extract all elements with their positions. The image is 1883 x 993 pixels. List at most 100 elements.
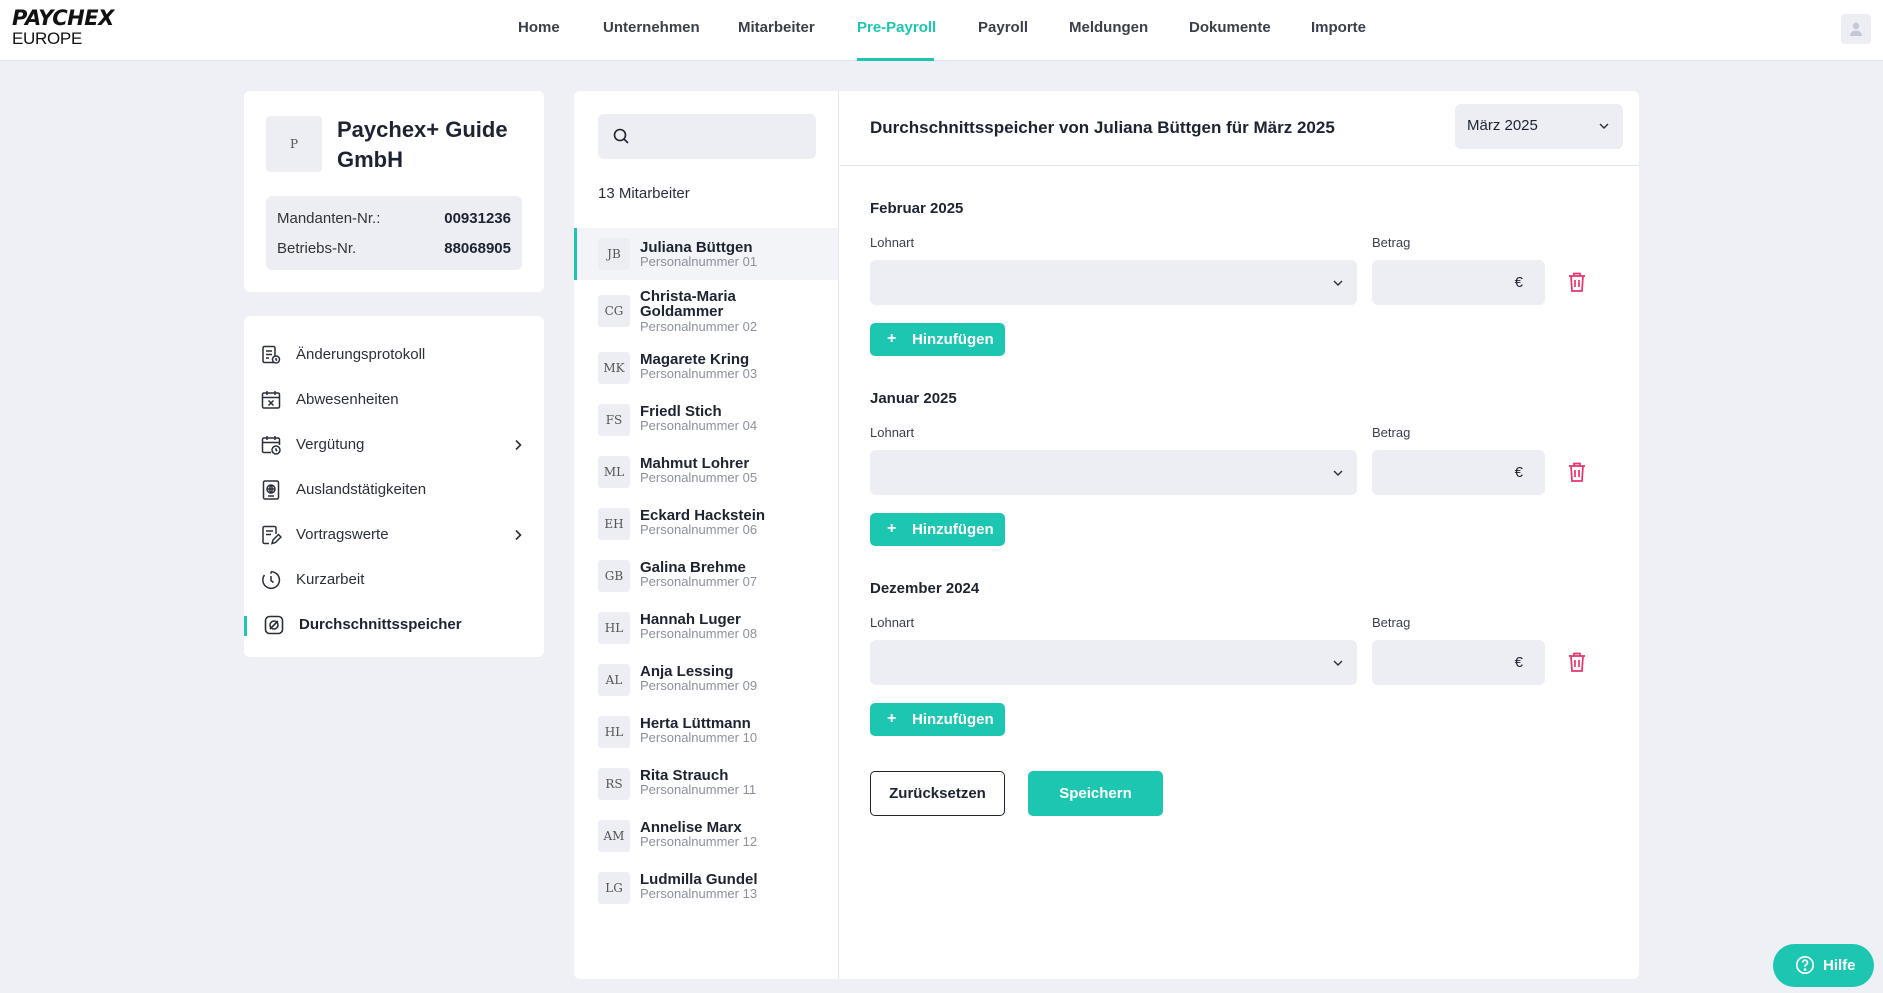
employee-initials: EH bbox=[598, 508, 630, 540]
employee-initials: RS bbox=[598, 768, 630, 800]
chevron-right-icon bbox=[515, 529, 522, 541]
save-button[interactable]: Speichern bbox=[1028, 771, 1163, 816]
employee-item[interactable]: AM Annelise Marx Personalnummer 12 bbox=[574, 810, 838, 862]
betrag-field[interactable]: € bbox=[1372, 450, 1545, 495]
employee-item[interactable]: FS Friedl Stich Personalnummer 04 bbox=[574, 394, 838, 446]
add-button[interactable]: + Hinzufügen bbox=[870, 703, 1005, 736]
employee-name: Anja Lessing bbox=[640, 663, 734, 680]
side-menu-card: Änderungsprotokoll Abwesenheiten Vergütu… bbox=[244, 316, 544, 657]
employee-name: Hannah Luger bbox=[640, 611, 741, 628]
trash-icon[interactable] bbox=[1566, 460, 1588, 484]
nav-pre-payroll[interactable]: Pre-Payroll bbox=[857, 19, 936, 36]
employee-item[interactable]: JB Juliana Büttgen Personalnummer 01 bbox=[574, 228, 838, 280]
betrag-label: Betrag bbox=[1372, 615, 1411, 630]
employee-count: 13 Mitarbeiter bbox=[598, 185, 690, 202]
employee-item[interactable]: HL Hannah Luger Personalnummer 08 bbox=[574, 602, 838, 654]
menu-item-verguetung[interactable]: Vergütung bbox=[260, 430, 530, 460]
employee-initials: MK bbox=[598, 352, 630, 384]
employee-item[interactable]: GB Galina Brehme Personalnummer 07 bbox=[574, 550, 838, 602]
employee-initials: JB bbox=[598, 238, 630, 270]
month-section-dezember-2024: Dezember 2024 Lohnart Betrag € + Hinzufü… bbox=[870, 580, 1630, 770]
chevron-down-icon bbox=[1333, 470, 1343, 476]
betrag-field[interactable]: € bbox=[1372, 640, 1545, 685]
employee-name: Herta Lüttmann bbox=[640, 715, 751, 732]
lohnart-select[interactable] bbox=[870, 450, 1357, 495]
edit-document-icon bbox=[262, 525, 282, 545]
menu-item-kurzarbeit[interactable]: Kurzarbeit bbox=[260, 565, 530, 595]
betrag-field[interactable]: € bbox=[1372, 260, 1545, 305]
lohnart-select[interactable] bbox=[870, 640, 1357, 685]
employee-item[interactable]: AL Anja Lessing Personalnummer 09 bbox=[574, 654, 838, 706]
chevron-right-icon bbox=[515, 439, 522, 451]
employee-number: Personalnummer 05 bbox=[640, 470, 758, 485]
menu-label: Abwesenheiten bbox=[296, 391, 399, 408]
employee-initials: HL bbox=[598, 716, 630, 748]
add-button[interactable]: + Hinzufügen bbox=[870, 323, 1005, 356]
employee-name: Annelise Marx bbox=[640, 819, 742, 836]
employee-number: Personalnummer 10 bbox=[640, 730, 758, 745]
employee-number: Personalnummer 11 bbox=[640, 782, 757, 797]
menu-item-vortragswerte[interactable]: Vortragswerte bbox=[260, 520, 530, 550]
currency-symbol: € bbox=[1514, 654, 1523, 671]
betriebs-row: Betriebs-Nr. 88068905 bbox=[277, 240, 511, 257]
add-button-label: Hinzufügen bbox=[912, 331, 994, 348]
section-title: Dezember 2024 bbox=[870, 580, 980, 597]
plus-icon: + bbox=[887, 330, 897, 347]
clock-icon bbox=[262, 570, 281, 590]
company-ids-box: Mandanten-Nr.: 00931236 Betriebs-Nr. 880… bbox=[266, 196, 522, 270]
nav-active-indicator bbox=[857, 58, 934, 61]
nav-home[interactable]: Home bbox=[518, 19, 560, 36]
trash-icon[interactable] bbox=[1566, 650, 1588, 674]
betrag-input[interactable] bbox=[1382, 260, 1512, 305]
menu-item-durchschnittsspeicher[interactable]: Durchschnittsspeicher bbox=[260, 610, 530, 640]
menu-label: Auslandstätigkeiten bbox=[296, 481, 427, 498]
search-icon bbox=[613, 128, 629, 144]
month-select[interactable]: März 2025 bbox=[1455, 104, 1623, 149]
nav-meldungen[interactable]: Meldungen bbox=[1069, 19, 1148, 36]
employee-number: Personalnummer 03 bbox=[640, 366, 758, 381]
employee-number: Personalnummer 07 bbox=[640, 574, 758, 589]
employee-number: Personalnummer 13 bbox=[640, 886, 758, 901]
employee-search[interactable] bbox=[598, 114, 816, 159]
employee-name: Christa-Maria Goldammer bbox=[640, 288, 736, 320]
nav-dokumente[interactable]: Dokumente bbox=[1189, 19, 1271, 36]
employee-item[interactable]: CG Christa-Maria Goldammer Personalnumme… bbox=[574, 280, 838, 342]
employee-item[interactable]: LG Ludmilla Gundel Personalnummer 13 bbox=[574, 862, 838, 914]
menu-item-aenderungsprotokoll[interactable]: Änderungsprotokoll bbox=[260, 340, 530, 370]
menu-label: Änderungsprotokoll bbox=[296, 346, 426, 363]
employee-item[interactable]: RS Rita Strauch Personalnummer 11 bbox=[574, 758, 838, 810]
plus-icon: + bbox=[887, 520, 897, 537]
nav-importe[interactable]: Importe bbox=[1311, 19, 1366, 36]
nav-payroll[interactable]: Payroll bbox=[978, 19, 1028, 36]
help-button[interactable]: Hilfe bbox=[1773, 944, 1874, 987]
betrag-input[interactable] bbox=[1382, 640, 1512, 685]
user-avatar-button[interactable] bbox=[1841, 14, 1871, 44]
lohnart-select[interactable] bbox=[870, 260, 1357, 305]
section-title: Januar 2025 bbox=[870, 390, 957, 407]
lohnart-label: Lohnart bbox=[870, 425, 915, 440]
nav-mitarbeiter[interactable]: Mitarbeiter bbox=[738, 19, 815, 36]
employee-item[interactable]: HL Herta Lüttmann Personalnummer 10 bbox=[574, 706, 838, 758]
employee-initials: FS bbox=[598, 404, 630, 436]
search-input[interactable] bbox=[642, 114, 807, 159]
reset-button[interactable]: Zurücksetzen bbox=[870, 771, 1005, 816]
trash-icon[interactable] bbox=[1566, 270, 1588, 294]
employee-item[interactable]: EH Eckard Hackstein Personalnummer 06 bbox=[574, 498, 838, 550]
menu-item-abwesenheiten[interactable]: Abwesenheiten bbox=[260, 385, 530, 415]
employee-initials: AL bbox=[598, 664, 630, 696]
menu-item-auslandstaetigkeiten[interactable]: Auslandstätigkeiten bbox=[260, 475, 530, 505]
employee-item[interactable]: ML Mahmut Lohrer Personalnummer 05 bbox=[574, 446, 838, 498]
nav-unternehmen[interactable]: Unternehmen bbox=[603, 19, 700, 36]
add-button[interactable]: + Hinzufügen bbox=[870, 513, 1005, 546]
calendar-clock-icon bbox=[261, 436, 281, 455]
employee-name: Rita Strauch bbox=[640, 767, 729, 784]
employee-initials: HL bbox=[598, 612, 630, 644]
employee-name: Galina Brehme bbox=[640, 559, 746, 576]
month-section-februar-2025: Februar 2025 Lohnart Betrag € + Hinzufüg… bbox=[870, 200, 1630, 390]
employee-item[interactable]: MK Magarete Kring Personalnummer 03 bbox=[574, 342, 838, 394]
employee-number: Personalnummer 01 bbox=[640, 254, 758, 269]
plus-icon: + bbox=[887, 710, 897, 727]
month-section-januar-2025: Januar 2025 Lohnart Betrag € + Hinzufüge… bbox=[870, 390, 1630, 580]
form-title: Durchschnittsspeicher von Juliana Büttge… bbox=[870, 118, 1335, 137]
betrag-input[interactable] bbox=[1382, 450, 1512, 495]
